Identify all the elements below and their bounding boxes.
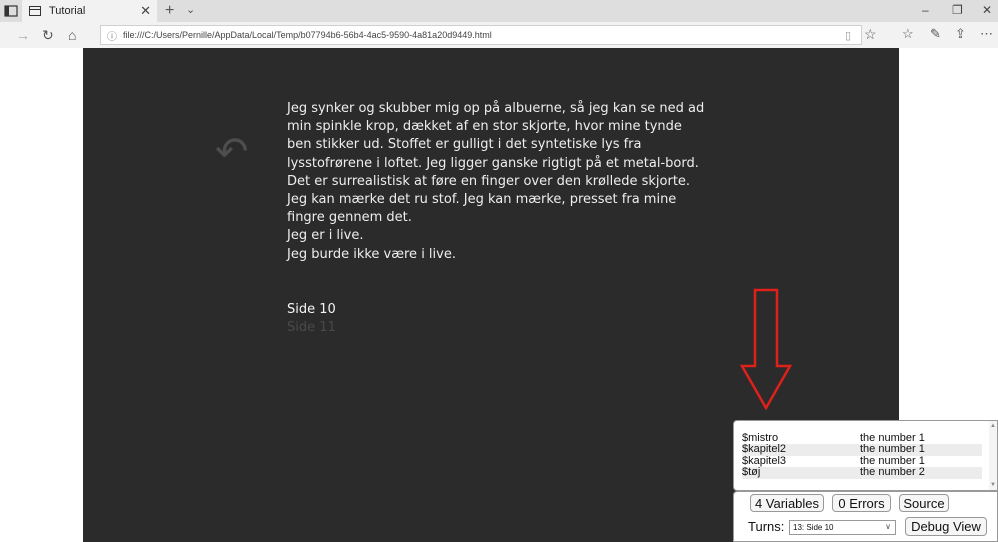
refresh-icon[interactable]: ↻ bbox=[42, 26, 54, 44]
variable-row: $tøj the number 2 bbox=[742, 466, 982, 479]
url-text: file:///C:/Users/Pernille/AppData/Local/… bbox=[123, 30, 492, 40]
back-icon[interactable]: → bbox=[16, 26, 30, 44]
new-tab-icon[interactable]: + bbox=[165, 2, 174, 20]
variables-button[interactable]: 4 Variables bbox=[750, 494, 824, 512]
chevron-down-icon[interactable]: ⌄ bbox=[186, 3, 195, 16]
tab-actions-icon bbox=[4, 5, 18, 17]
variable-name: $tøj bbox=[742, 466, 761, 479]
page-icon bbox=[29, 6, 41, 16]
passage-text: Jeg synker og skubber mig op på albuerne… bbox=[287, 100, 707, 264]
debug-variables-panel: $mistro the number 1 $kapitel2 the numbe… bbox=[733, 420, 998, 491]
minimize-icon[interactable]: – bbox=[922, 3, 929, 17]
restore-icon[interactable]: ❐ bbox=[952, 3, 963, 17]
debug-controls-panel: 4 Variables 0 Errors Source Turns: 13: S… bbox=[733, 491, 998, 542]
undo-icon[interactable]: ↶ bbox=[215, 132, 249, 172]
turns-label: Turns: bbox=[748, 519, 785, 534]
passage-links: Side 10 Side 11 bbox=[287, 301, 336, 337]
errors-button[interactable]: 0 Errors bbox=[832, 494, 891, 512]
variable-value: the number 2 bbox=[860, 466, 925, 479]
favorite-star-icon[interactable]: ☆ bbox=[864, 26, 877, 43]
passage-paragraph: Det er surrealistisk at føre en finger o… bbox=[287, 173, 691, 226]
turns-selected-value: 13: Side 10 bbox=[793, 523, 834, 532]
link-side-11[interactable]: Side 11 bbox=[287, 319, 336, 337]
favorites-bar-icon[interactable]: ☆ bbox=[902, 26, 914, 42]
close-tab-icon[interactable]: ✕ bbox=[140, 3, 151, 19]
chevron-down-icon: ∨ bbox=[885, 522, 891, 531]
browser-tab[interactable]: Tutorial ✕ bbox=[22, 0, 157, 22]
notes-icon[interactable]: ✎ bbox=[930, 26, 941, 42]
info-icon[interactable]: ⓘ bbox=[107, 28, 119, 43]
share-icon[interactable]: ⇪ bbox=[955, 26, 966, 42]
tab-title: Tutorial bbox=[49, 5, 86, 17]
passage-paragraph: Jeg er i live. bbox=[287, 228, 364, 244]
close-window-icon[interactable]: ✕ bbox=[982, 3, 992, 17]
navigation-bar: → ↻ ⌂ ⓘ file:///C:/Users/Pernille/AppDat… bbox=[0, 22, 998, 48]
source-button[interactable]: Source bbox=[899, 494, 949, 512]
variables-scrollbar[interactable]: ▲ ▼ bbox=[989, 421, 997, 490]
tab-actions-button[interactable] bbox=[0, 0, 22, 22]
debug-view-button[interactable]: Debug View bbox=[905, 517, 987, 536]
scroll-up-icon[interactable]: ▲ bbox=[990, 423, 996, 429]
more-icon[interactable]: ⋯ bbox=[980, 26, 993, 42]
passage-paragraph: Jeg burde ikke være i live. bbox=[287, 246, 456, 262]
home-icon[interactable]: ⌂ bbox=[68, 26, 76, 44]
scroll-down-icon[interactable]: ▼ bbox=[990, 482, 996, 488]
address-bar[interactable]: ⓘ file:///C:/Users/Pernille/AppData/Loca… bbox=[100, 25, 862, 45]
variables-table: $mistro the number 1 $kapitel2 the numbe… bbox=[742, 432, 982, 479]
link-side-10[interactable]: Side 10 bbox=[287, 301, 336, 319]
tab-bar: Tutorial ✕ + ⌄ – ❐ ✕ bbox=[0, 0, 998, 22]
reading-view-icon[interactable]: ▯ bbox=[845, 29, 851, 42]
passage-paragraph: Jeg synker og skubber mig op på albuerne… bbox=[287, 101, 705, 171]
red-arrow-down-icon bbox=[739, 288, 793, 411]
turns-select[interactable]: 13: Side 10 ∨ bbox=[789, 520, 896, 535]
